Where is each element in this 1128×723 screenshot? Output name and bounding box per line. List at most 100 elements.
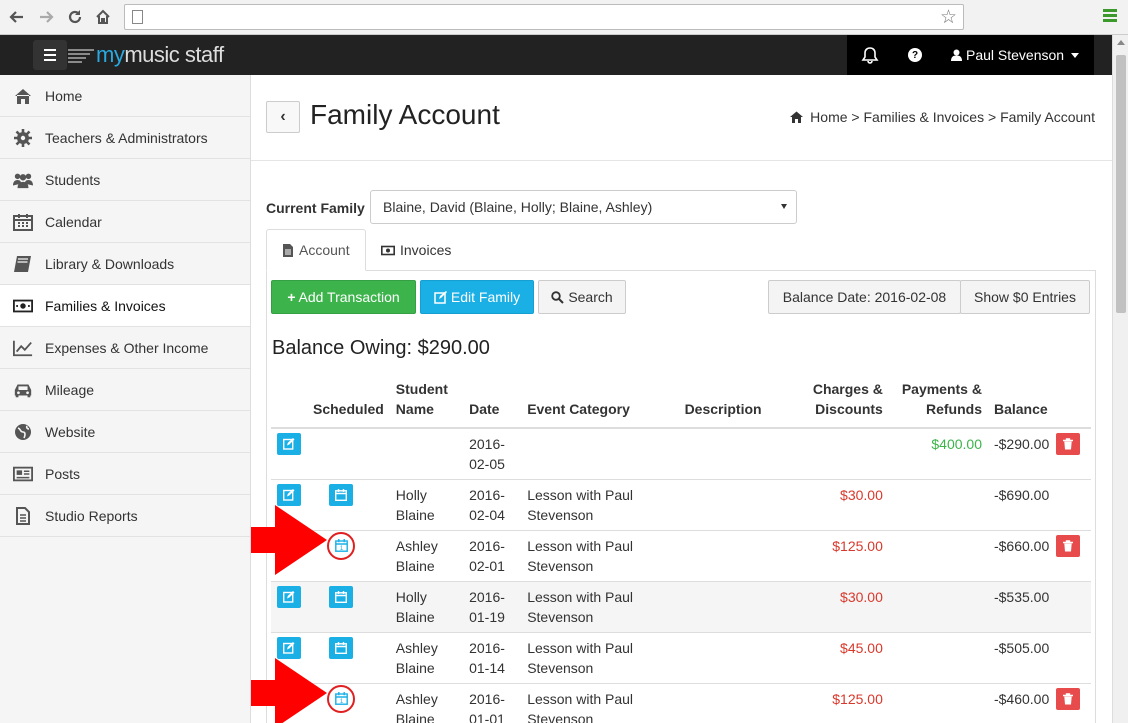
page-title: Family Account [310,99,500,130]
sidebar-item-mileage[interactable]: Mileage [0,369,250,411]
student-name: Holly Blaine [389,479,464,531]
help-icon[interactable]: ? [893,35,937,75]
sidebar-item-posts[interactable]: Posts [0,453,250,495]
browser-toolbar: ☆ [0,0,1128,35]
col-date: Date [463,375,522,429]
calendar-icon[interactable] [329,637,354,659]
charge-cell: $45.00 [786,632,889,684]
annotation-arrow-icon [251,658,327,723]
col-payments: Payments & Refunds [888,375,988,429]
event-category-cell: Lesson with Paul Stevenson [521,683,679,723]
sidebar-item-label: Studio Reports [45,507,138,524]
calendar-icon[interactable] [329,484,354,506]
sidebar-item-label: Calendar [45,213,102,230]
breadcrumb-current: Family Account [1000,109,1095,125]
sidebar-item-calendar[interactable]: Calendar [0,201,250,243]
current-family-value: Blaine, David (Blaine, Holly; Blaine, As… [383,199,653,215]
user-name: Paul Stevenson [966,47,1065,63]
balance-cell: -$505.00 [987,632,1056,684]
chart-icon [12,339,34,357]
balance-date-button[interactable]: Balance Date: 2016-02-08 [768,280,961,314]
student-name: Ashley Blaine [389,683,464,723]
trash-icon[interactable] [1055,535,1080,557]
sidebar-item-label: Posts [45,465,81,482]
calendar-icon[interactable] [329,586,354,608]
description-cell [678,581,787,633]
calendar-icon[interactable]: 1 [327,685,356,713]
back-arrow-icon[interactable] [6,6,28,28]
top-navbar: mymusic staff ? Paul Stevenson [0,35,1112,75]
sidebar-item-home[interactable]: Home [0,75,250,117]
sidebar-item-expenses[interactable]: Expenses & Other Income [0,327,250,369]
sidebar-item-label: Home [45,87,83,104]
page-scrollbar[interactable] [1112,35,1128,723]
date-cell: 2016- 01-01 [463,683,522,723]
trash-icon[interactable] [1055,688,1080,710]
sidebar-item-label: Library & Downloads [45,255,175,272]
search-button[interactable]: Search [538,280,626,314]
edit-icon[interactable] [277,484,301,506]
forward-arrow-icon[interactable] [35,6,57,28]
sidebar-item-reports[interactable]: Studio Reports [0,495,250,537]
sidebar-item-label: Families & Invoices [45,297,166,314]
description-cell [678,632,787,684]
edit-icon[interactable] [277,637,301,659]
money-icon [12,297,34,315]
back-button[interactable]: ‹ [266,101,300,133]
charge-cell [786,427,889,480]
date-cell: 2016- 02-01 [463,530,522,582]
sidebar-item-families[interactable]: Families & Invoices [0,285,250,327]
current-family-label: Current Family [266,200,365,216]
tab-account[interactable]: Account [266,229,366,271]
col-description: Description [678,375,787,429]
tab-label: Invoices [400,242,452,258]
table-row: 2016- 02-05 $400.00 -$290.00 [271,427,1091,480]
sidebar-item-library[interactable]: Library & Downloads [0,243,250,285]
edit-icon[interactable] [277,433,301,455]
edit-icon [434,290,447,304]
car-icon [12,381,34,399]
logo[interactable]: mymusic staff [68,40,224,70]
bell-icon[interactable] [848,35,892,75]
add-transaction-button[interactable]: + Add Transaction [271,280,416,314]
breadcrumb-separator: > [847,109,864,125]
bookmark-star-icon[interactable]: ☆ [940,6,957,29]
calendar-icon[interactable]: 1 [327,532,356,560]
student-name: Ashley Blaine [389,632,464,684]
sidebar: Home Teachers & Administrators Students … [0,75,251,723]
browser-menu-icon[interactable] [1103,9,1117,24]
current-family-select[interactable]: Blaine, David (Blaine, Holly; Blaine, As… [370,190,797,224]
trash-icon[interactable] [1055,433,1080,455]
tab-invoices[interactable]: Invoices [366,229,466,271]
caret-down-icon [1071,52,1080,58]
caret-down-icon [781,204,787,209]
sidebar-item-students[interactable]: Students [0,159,250,201]
edit-family-button[interactable]: Edit Family [420,280,534,314]
breadcrumb-families[interactable]: Families & Invoices [864,109,985,125]
breadcrumb-home[interactable]: Home [810,109,847,125]
date-cell: 2016- 02-05 [463,427,522,480]
home-icon[interactable] [92,6,114,28]
main-content: ‹ Family Account Home > Families & Invoi… [251,75,1112,723]
table-row: 1 Ashley Blaine 2016- 01-01 Lesson with Paul S… [271,683,1091,723]
calendar-icon [12,213,34,231]
student-name: Holly Blaine [389,581,464,633]
sidebar-item-label: Teachers & Administrators [45,129,208,146]
charge-cell: $125.00 [786,530,889,582]
col-student-name: Student Name [389,375,464,429]
description-cell [678,479,787,531]
sidebar-item-teachers[interactable]: Teachers & Administrators [0,117,250,159]
user-menu[interactable]: Paul Stevenson [951,35,1080,75]
show-zero-entries-button[interactable]: Show $0 Entries [960,280,1090,314]
url-bar[interactable]: ☆ [124,4,964,30]
annotation-arrow-icon [251,505,327,575]
edit-icon[interactable] [277,586,301,608]
table-row: Ashley Blaine 2016- 01-14 Lesson with Paul St… [271,632,1091,684]
reload-icon[interactable] [64,6,86,28]
sidebar-item-website[interactable]: Website [0,411,250,453]
users-icon [12,171,34,189]
home-icon [12,87,34,105]
student-name [389,427,464,480]
sidebar-item-label: Expenses & Other Income [45,339,209,356]
hamburger-menu-icon[interactable] [33,40,67,70]
